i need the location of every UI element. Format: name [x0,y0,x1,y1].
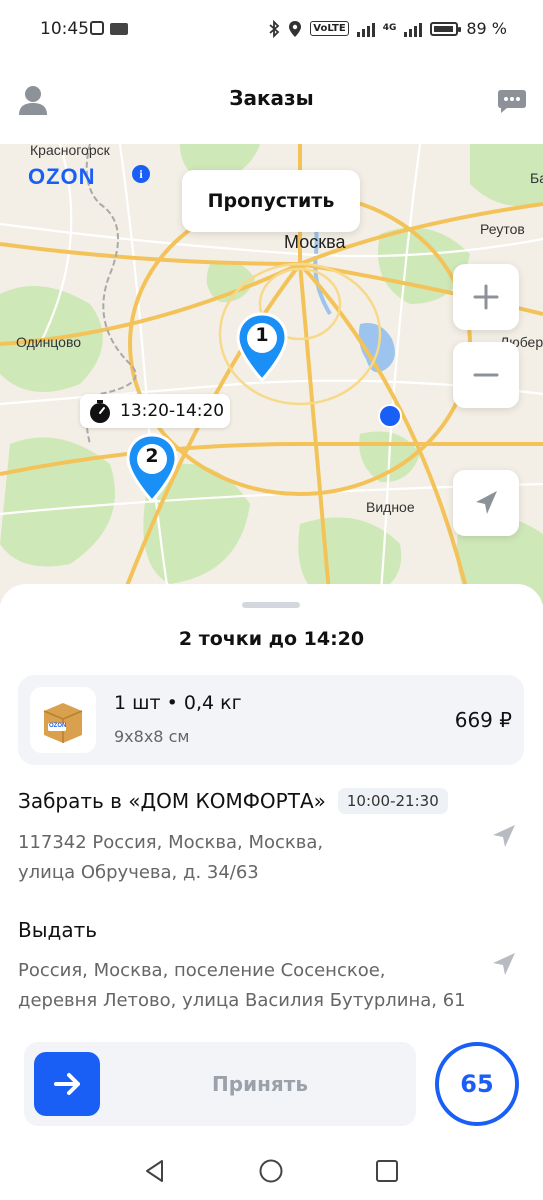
zoom-in-button[interactable] [453,264,519,330]
bluetooth-icon [269,19,280,38]
page-title: Заказы [229,86,314,110]
truck-icon [110,23,128,35]
pickup-address-line1: 117342 Россия, Москва, Москва, [18,832,324,853]
map-pin-1[interactable]: 1 [235,312,289,384]
app-header: Заказы [0,62,543,144]
map-label-krasnogorsk: Красногорск [30,144,110,158]
parcel-card[interactable]: OZON 1 шт • 0,4 кг 9x8x8 см 669 ₽ [18,675,524,765]
pin-marker-icon [236,312,288,383]
pin-number: 1 [255,324,269,346]
status-bar: 10:45 VoLTE 4G 89 % [0,0,543,62]
pin-marker-icon [126,433,178,504]
status-notification-icons [90,21,128,35]
status-system-icons: VoLTE 4G 89 % [268,19,507,38]
time-window-pill: 13:20-14:20 [80,394,230,428]
pickup-title: Забрать в «ДОМ КОМФОРТА» [18,789,326,813]
info-icon[interactable]: i [132,165,150,183]
accept-slider[interactable]: Принять [24,1042,416,1126]
plus-icon [473,284,499,310]
map-label-reutov: Реутов [480,221,525,237]
navigate-arrow-icon[interactable] [490,822,518,850]
status-time: 10:45 [40,19,89,39]
order-bottom-sheet: 2 точки до 14:20 OZON 1 шт • 0,4 кг 9x8x… [0,584,543,1200]
box-icon [43,703,83,743]
map-pin-2[interactable]: 2 [125,433,179,505]
pickup-address-line2: улица Обручева, д. 34/63 [18,862,259,883]
home-circle-icon[interactable] [258,1158,284,1184]
map-label-odintsovo: Одинцово [16,334,82,350]
pickup-stop[interactable]: Забрать в «ДОМ КОМФОРТА» 10:00-21:30 117… [18,788,518,888]
countdown-value: 65 [460,1070,494,1098]
map-view[interactable]: Красногорск Москва Реутов Одинцово Любер… [0,144,543,604]
stopwatch-icon [90,400,110,423]
parcel-dimensions: 9x8x8 см [114,727,190,746]
location-icon [289,20,302,37]
navigation-arrow-icon [476,491,497,514]
dropoff-stop[interactable]: Выдать Россия, Москва, поселение Сосенск… [18,918,518,1016]
drag-handle[interactable] [242,602,300,608]
zoom-out-button[interactable] [453,342,519,408]
navigate-arrow-icon[interactable] [490,950,518,978]
network-type-label: 4G [382,23,397,33]
arrow-right-icon [54,1073,80,1095]
accept-label: Принять [212,1072,308,1096]
dropoff-title: Выдать [18,918,98,942]
pin-number: 2 [145,445,159,467]
hours-badge: 10:00-21:30 [337,788,448,814]
signal-icon [356,21,375,37]
time-window-text: 13:20-14:20 [120,401,225,421]
parcel-thumbnail: OZON [30,687,96,753]
route-summary-title: 2 точки до 14:20 [178,628,365,650]
parcel-summary: 1 шт • 0,4 кг [114,692,242,714]
volte-badge: VoLTE [310,21,349,36]
battery-icon [430,21,462,36]
minus-icon [473,373,499,377]
accept-slider-handle[interactable] [34,1052,100,1116]
recents-square-icon[interactable] [374,1158,400,1184]
map-label-vidnoe: Видное [366,499,415,515]
nfc-icon [90,21,104,35]
my-location-button[interactable] [453,470,519,536]
countdown-timer: 65 [434,1041,520,1127]
skip-button[interactable]: Пропустить [182,170,360,232]
system-nav-bar [0,1140,543,1200]
ozon-logo: OZON [28,164,96,189]
parcel-price: 669 ₽ [454,708,512,732]
chat-icon[interactable] [497,88,527,114]
map-label-moskva: Москва [284,232,346,252]
signal-icon-2 [404,21,423,37]
back-triangle-icon[interactable] [142,1158,168,1184]
battery-percent: 89 % [466,19,507,38]
map-label-edge: Ба [530,170,543,186]
dropoff-address-line1: Россия, Москва, поселение Сосенское, [18,960,386,981]
dropoff-address-line2: деревня Летово, улица Василия Бутурлина,… [18,990,466,1011]
user-location-dot [378,404,402,428]
box-brand-label: OZON [49,723,67,729]
